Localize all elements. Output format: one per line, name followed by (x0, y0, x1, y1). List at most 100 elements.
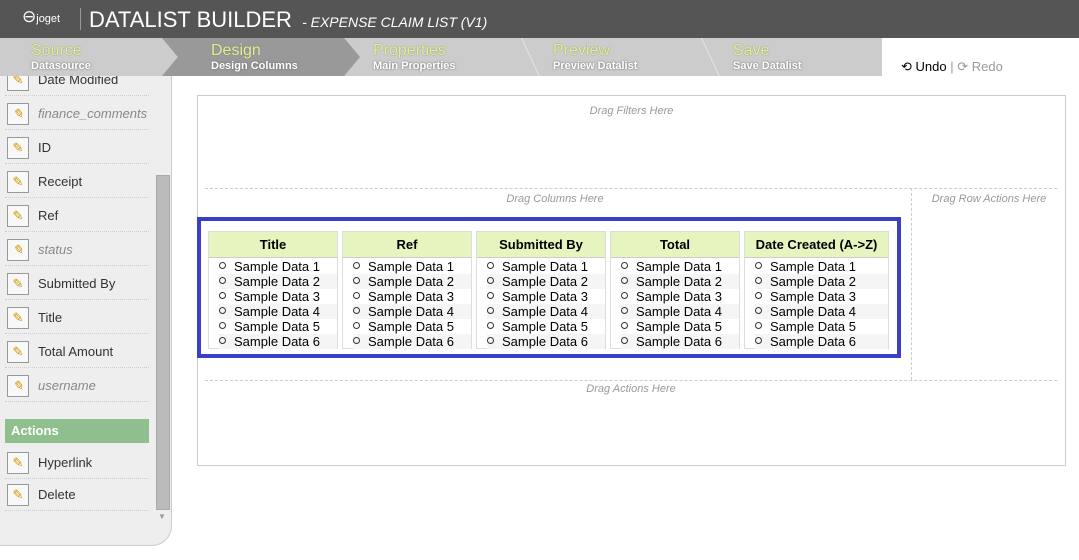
sample-row: Sample Data 2 (487, 274, 605, 289)
scroll-down-arrow[interactable]: ▼ (158, 512, 166, 521)
datalist-column[interactable]: Submitted By Sample Data 1 Sample Data 2 Sa… (476, 231, 606, 349)
edit-icon: ✎ (7, 272, 29, 295)
sample-row: Sample Data 2 (353, 274, 471, 289)
column-header: Title (209, 232, 337, 258)
item-label: finance_comments (38, 106, 148, 121)
sample-row: Sample Data 4 (487, 304, 605, 319)
scrollbar-thumb[interactable] (156, 175, 170, 510)
edit-icon: ✎ (7, 306, 29, 329)
edit-icon: ✎ (7, 204, 29, 227)
divider (911, 188, 912, 380)
sample-row: Sample Data 6 (621, 334, 739, 349)
column-header: Date Created (A->Z) (745, 232, 888, 258)
divider (80, 8, 81, 30)
columns-dropzone[interactable]: Drag Columns Here (205, 193, 905, 205)
sidebar-column-item[interactable]: ✎ Submitted By (5, 268, 149, 300)
sidebar-column-item[interactable]: ✎ status (5, 234, 149, 266)
edit-icon: ✎ (7, 374, 29, 397)
item-label: Receipt (38, 174, 83, 189)
sidebar: Actions ▼ ✎ Date Modified ✎ finance_comment… (0, 76, 172, 546)
undo-button[interactable]: ⟲ Undo (901, 59, 947, 74)
datalist-column[interactable]: Date Created (A->Z) Sample Data 1 Sample D… (744, 231, 889, 349)
actions-dropzone[interactable]: Drag Actions Here (205, 383, 1057, 395)
sample-row: Sample Data 6 (755, 334, 888, 349)
column-header: Ref (343, 232, 471, 258)
actions-header: Actions (5, 419, 149, 443)
sample-row: Sample Data 4 (219, 304, 337, 319)
sidebar-column-item[interactable]: ✎ finance_comments (5, 98, 149, 130)
sample-row: Sample Data 4 (353, 304, 471, 319)
app-header: ⊖ joget DATALIST BUILDER - EXPENSE CLAIM … (0, 0, 1079, 38)
sample-row: Sample Data 3 (755, 289, 888, 304)
sample-row: Sample Data 1 (219, 259, 337, 274)
edit-icon: ✎ (7, 483, 29, 506)
sample-row: Sample Data 5 (621, 319, 739, 334)
sample-row: Sample Data 5 (353, 319, 471, 334)
row-actions-dropzone[interactable]: Drag Row Actions Here (912, 193, 1066, 205)
column-header: Submitted By (477, 232, 605, 258)
sidebar-action-item[interactable]: ✎ Delete (5, 479, 149, 511)
step-label: Design (211, 42, 261, 59)
item-label: Total Amount (38, 344, 114, 359)
sample-row: Sample Data 6 (219, 334, 337, 349)
sidebar-column-item[interactable]: ✎ Total Amount (5, 336, 149, 368)
edit-icon: ✎ (7, 451, 29, 474)
sample-row: Sample Data 3 (487, 289, 605, 304)
sample-row: Sample Data 4 (621, 304, 739, 319)
sample-row: Sample Data 1 (755, 259, 888, 274)
sample-row: Sample Data 4 (755, 304, 888, 319)
item-label: status (38, 242, 73, 257)
page-subtitle: - EXPENSE CLAIM LIST (V1) (302, 14, 488, 30)
sidebar-column-item[interactable]: ✎ Title (5, 302, 149, 334)
step-design[interactable]: Design Design Columns (162, 38, 360, 76)
sample-row: Sample Data 1 (621, 259, 739, 274)
divider (205, 380, 1057, 381)
sidebar-column-item[interactable]: ✎ Receipt (5, 166, 149, 198)
sample-row: Sample Data 6 (353, 334, 471, 349)
sample-row: Sample Data 1 (487, 259, 605, 274)
sample-row: Sample Data 1 (353, 259, 471, 274)
sample-row: Sample Data 3 (353, 289, 471, 304)
sidebar-column-item[interactable]: ✎ Ref (5, 200, 149, 232)
edit-icon: ✎ (7, 102, 29, 125)
datalist-column[interactable]: Ref Sample Data 1 Sample Data 2 Sample Data… (342, 231, 472, 349)
edit-icon: ✎ (7, 170, 29, 193)
sample-row: Sample Data 5 (487, 319, 605, 334)
datalist-column[interactable]: Total Sample Data 1 Sample Data 2 Sample Da… (610, 231, 740, 349)
sidebar-column-item[interactable]: ✎ username (5, 370, 149, 402)
item-label: Submitted By (38, 276, 116, 291)
sample-row: Sample Data 2 (219, 274, 337, 289)
item-label: ID (38, 140, 51, 155)
undo-redo: ⟲ Undo | ⟳ Redo (901, 59, 1003, 74)
sample-row: Sample Data 2 (755, 274, 888, 289)
step-sublabel: Save Datalist (733, 60, 802, 72)
filters-dropzone[interactable]: Drag Filters Here (197, 105, 1066, 117)
step-label: Save (733, 42, 770, 59)
edit-icon: ✎ (7, 76, 29, 91)
sidebar-column-item[interactable]: ✎ ID (5, 132, 149, 164)
sample-row: Sample Data 3 (621, 289, 739, 304)
sample-row: Sample Data 6 (487, 334, 605, 349)
step-save[interactable]: Save Save Datalist (702, 38, 900, 76)
page-title: DATALIST BUILDER - EXPENSE CLAIM LIST (V… (89, 7, 488, 32)
divider (205, 188, 1057, 189)
item-label: Date Modified (38, 76, 119, 87)
redo-button[interactable]: ⟳ Redo (957, 59, 1003, 74)
joget-logo: ⊖ joget (22, 7, 61, 26)
sidebar-column-item[interactable]: ✎ Date Modified (5, 76, 149, 96)
sample-row: Sample Data 3 (219, 289, 337, 304)
item-label: username (38, 378, 96, 393)
column-header: Total (611, 232, 739, 258)
sample-row: Sample Data 5 (219, 319, 337, 334)
edit-icon: ✎ (7, 238, 29, 261)
step-sublabel: Design Columns (211, 60, 298, 72)
edit-icon: ✎ (7, 340, 29, 363)
item-label: Ref (38, 208, 59, 223)
item-label: Title (38, 310, 63, 325)
item-label: Hyperlink (38, 455, 93, 470)
item-label: Delete (38, 487, 76, 502)
datalist-column[interactable]: Title Sample Data 1 Sample Data 2 Sample Da… (208, 231, 338, 349)
wizard-steps: Source Datasource Design Design Columns Prop… (0, 38, 882, 76)
sidebar-action-item[interactable]: ✎ Hyperlink (5, 447, 149, 479)
sample-row: Sample Data 5 (755, 319, 888, 334)
